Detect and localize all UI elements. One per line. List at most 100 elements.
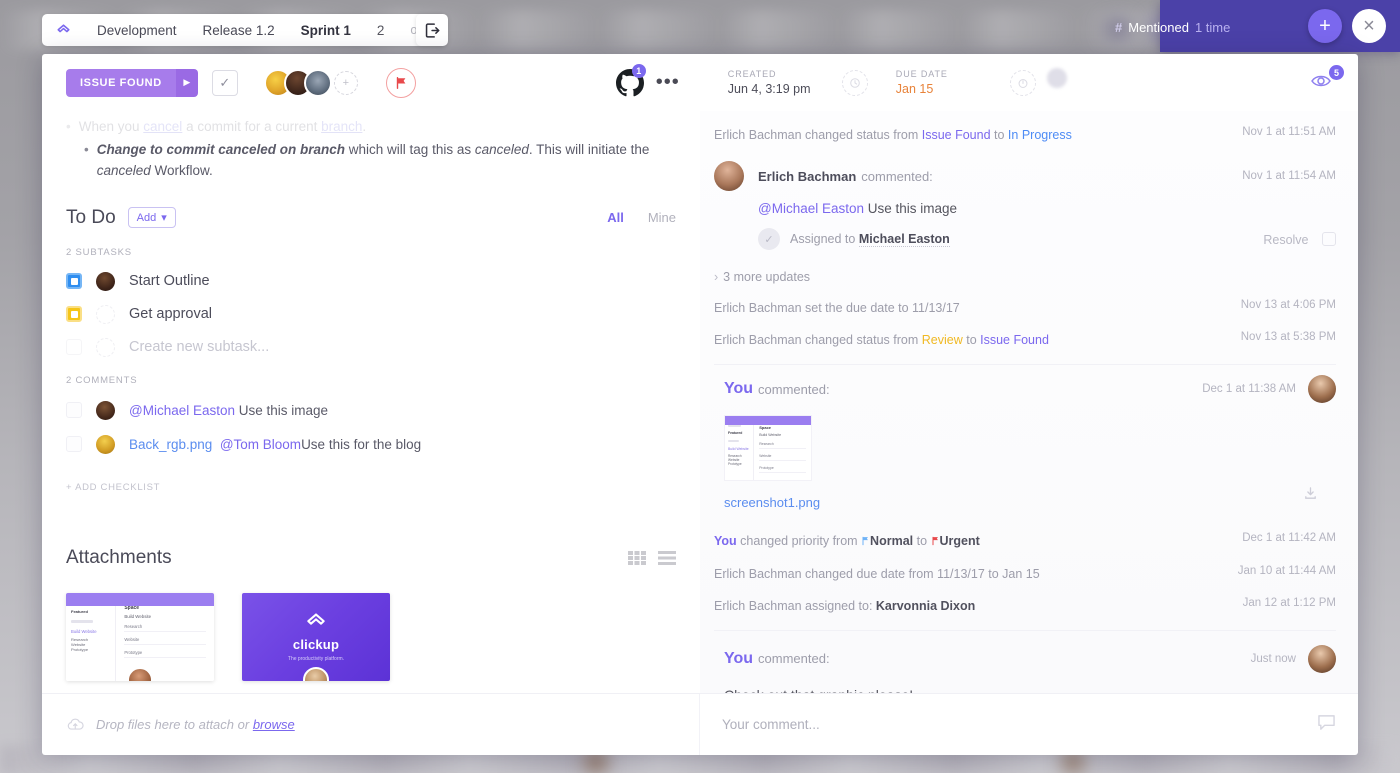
attachment-item[interactable]: clickup The productivity platform. Back_… [242,592,390,693]
new-subtask-row[interactable]: Create new subtask... [66,337,676,357]
list-view-icon[interactable] [658,550,676,565]
activity-text: Erlich Bachman assigned to: Karvonnia Di… [714,597,1229,615]
comment-input[interactable] [722,717,1317,732]
resolve-checkbox[interactable] [1322,231,1336,246]
created-value: Jun 4, 3:19 pm [727,82,811,96]
comment-verb: commented: [758,381,830,397]
breadcrumb-item-release[interactable]: Release 1.2 [203,23,275,38]
due-date-value[interactable]: Jan 15 [896,82,990,96]
desc-italic-1: canceled [474,142,529,158]
desc-link-branch[interactable]: branch [321,119,362,134]
status-caret-icon: ▶ [175,68,198,97]
modal-footer: Drop files here to attach or browse [42,693,1358,755]
activity-due-date-change: Erlich Bachman changed due date from 11/… [714,558,1336,590]
drop-zone-label: Drop files here to attach or [96,717,253,732]
add-assignee-icon[interactable] [96,337,115,357]
activity-mid: to [990,128,1008,142]
comment-verb: commented: [861,168,933,184]
todo-header: To Do Add ▾ All Mine [66,207,676,229]
checklist-comment-row[interactable]: @Michael Easton Use this image [66,400,676,420]
resolve-button[interactable]: Resolve [1263,231,1336,247]
avatar[interactable] [96,271,115,291]
clickup-logo-icon [307,613,325,625]
desc-mid: a commit for a current [182,119,322,134]
activity-time: Nov 13 at 5:38 PM [1240,331,1336,344]
comment-mention[interactable]: @Tom Bloom [220,437,301,452]
add-button[interactable]: + [1308,9,1342,43]
export-task-button[interactable] [416,14,448,46]
more-updates-toggle[interactable]: › 3 more updates [714,256,1336,292]
comment-mention[interactable]: @Michael Easton [129,403,235,418]
time-estimate-button[interactable] [1009,69,1036,96]
task-detail-modal: ISSUE FOUND ▶ ✓ + 1 ••• CREATED Jun 4, 3… [42,54,1358,755]
subtask-row[interactable]: Start Outline [66,271,676,291]
breadcrumb-page-number: 2 [376,22,385,38]
created-label: CREATED [727,69,777,79]
add-assignee-icon[interactable] [96,304,115,324]
comment-verb: commented: [758,651,830,667]
activity-feed-panel: Erlich Bachman changed status from Issue… [700,111,1358,693]
new-subtask-checkbox[interactable] [66,339,82,356]
assigned-check-icon: ✓ [758,228,780,251]
attachments-list: Featured Build Website Research Website … [66,592,676,693]
thumb-logo-tagline: The productivity platform. [287,656,345,663]
download-icon[interactable] [1303,486,1318,505]
checklist-comment-row[interactable]: Back_rgb.png @Tom BloomUse this for the … [66,434,676,454]
new-subtask-placeholder[interactable]: Create new subtask... [129,339,269,355]
task-description: • When you cancel a commit for a current… [66,111,676,181]
github-integration-button[interactable]: 1 [615,63,646,97]
desc-end: Workflow. [150,162,213,178]
description-line-1: When you cancel a commit for a current b… [79,117,366,137]
comment-file-link[interactable]: Back_rgb.png [129,437,212,452]
activity-mid: to [913,534,931,549]
comment-image-thumbnail[interactable]: Featured Build Website Research Website … [724,415,812,482]
comment-author: Erlich Bachman [758,168,857,184]
comment-input-area[interactable] [700,694,1358,755]
thumb-topbar [725,416,811,426]
attachment-thumbnail[interactable]: Featured Build Website Research Website … [66,592,214,681]
add-assignee-button[interactable]: + [333,70,358,95]
chat-bubble-icon[interactable] [1317,714,1336,736]
hash-icon: # [1115,20,1123,35]
comment-checkbox[interactable] [66,402,82,419]
todo-add-button[interactable]: Add ▾ [127,207,176,229]
subtask-checkbox[interactable] [66,306,82,323]
check-icon: ✓ [219,74,231,90]
comment-header: Erlich Bachman commented: Nov 1 at 11:54… [714,161,1336,192]
bullet-icon: • [66,119,71,134]
activity-time: Jan 12 at 1:12 PM [1242,596,1336,609]
subtask-checkbox[interactable] [66,273,82,290]
avatar[interactable] [303,68,332,97]
activity-time: Dec 1 at 11:42 AM [1242,532,1336,545]
attachment-item[interactable]: Featured Build Website Research Website … [66,592,214,693]
comment-mention[interactable]: @Michael Easton [758,201,864,216]
assigned-person: Michael Easton [858,232,950,248]
comment-file-link[interactable]: screenshot1.png [724,495,820,510]
priority-flag-button[interactable] [385,67,416,98]
attachment-thumbnail[interactable]: clickup The productivity platform. [242,592,390,681]
browse-files-link[interactable]: browse [253,717,295,732]
comment-checkbox[interactable] [66,436,82,453]
start-date-button[interactable] [841,69,868,96]
breadcrumb-item-space[interactable]: Development [97,23,177,38]
file-drop-zone[interactable]: Drop files here to attach or browse [42,694,700,755]
breadcrumb-item-sprint[interactable]: Sprint 1 [301,23,351,38]
subtask-row[interactable]: Get approval [66,304,676,324]
mark-complete-checkbox[interactable]: ✓ [211,69,238,96]
activity-list: Erlich Bachman changed status from Issue… [700,111,1336,693]
add-checklist-button[interactable]: + ADD CHECKLIST [66,482,676,493]
grid-view-icon[interactable] [628,550,646,565]
mention-indicator[interactable]: # Mentioned 1 time [1115,20,1230,35]
close-button[interactable]: × [1352,9,1386,43]
desc-link-cancel[interactable]: cancel [143,119,182,134]
comment-author: You [724,649,754,667]
more-options-button[interactable]: ••• [656,71,680,94]
watchers-button[interactable]: 5 [1310,65,1344,90]
activity-actor: You [714,534,737,549]
filter-mine[interactable]: Mine [648,210,676,225]
status-dropdown[interactable]: ISSUE FOUND ▶ [66,68,198,97]
due-date-block: DUE DATE Jan 15 [896,69,990,96]
activity-due-date-set: Erlich Bachman set the due date to 11/13… [714,292,1336,324]
filter-all[interactable]: All [607,210,624,225]
activity-pre: Erlich Bachman assigned to: [714,598,876,613]
